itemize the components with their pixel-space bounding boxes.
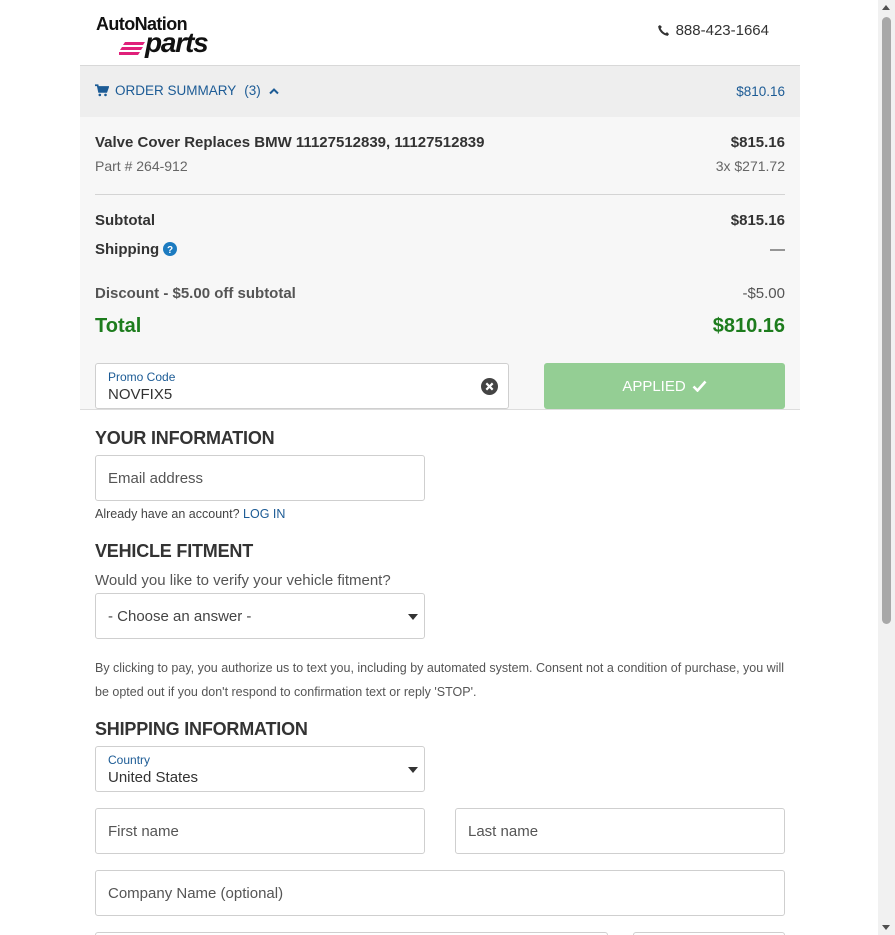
fitment-select[interactable]: - Choose an answer - [95, 593, 425, 639]
promo-applied-button[interactable]: APPLIED [544, 363, 785, 409]
total-row: Total $810.16 [95, 315, 785, 338]
line-item-details: Part # 264-912 3x $271.72 [95, 158, 785, 174]
last-name-placeholder: Last name [468, 823, 539, 840]
phone-link[interactable]: 888-423-1664 [657, 22, 769, 39]
applied-label: APPLIED [622, 377, 686, 395]
discount-value: -$5.00 [742, 285, 785, 302]
order-summary-count: (3) [244, 83, 261, 98]
summary-divider [95, 194, 785, 195]
shipping-label: Shipping [95, 241, 160, 258]
autonation-parts-logo[interactable]: AutoNation parts [95, 14, 215, 60]
svg-text:?: ? [167, 245, 173, 256]
first-name-placeholder: First name [108, 823, 179, 840]
item-part-number: Part # 264-912 [95, 158, 188, 174]
fitment-select-value: - Choose an answer - [108, 608, 252, 625]
account-prompt-line: Already have an account? LOG IN [95, 507, 285, 521]
line-item: Valve Cover Replaces BMW 11127512839, 11… [95, 134, 785, 151]
your-information-heading: YOUR INFORMATION [95, 428, 275, 448]
help-icon[interactable]: ? [163, 242, 178, 256]
order-summary-total: $810.16 [736, 84, 785, 99]
email-placeholder: Email address [108, 470, 204, 487]
discount-row: Discount - $5.00 off subtotal -$5.00 [95, 285, 785, 302]
total-value: $810.16 [712, 315, 785, 337]
chevron-up-icon [269, 87, 279, 94]
shipping-label-wrap: Shipping ? [95, 241, 178, 258]
account-prompt: Already have an account? [95, 507, 240, 521]
shipping-value: — [770, 241, 785, 258]
subtotal-row: Subtotal $815.16 [95, 212, 785, 229]
phone-icon [657, 24, 669, 36]
order-summary-heading: ORDER SUMMARY (3) [95, 83, 279, 98]
fitment-question: Would you like to verify your vehicle fi… [95, 572, 391, 589]
clear-promo-icon[interactable] [481, 378, 498, 395]
promo-code-label: Promo Code [108, 370, 176, 384]
email-field[interactable]: Email address [95, 455, 425, 501]
last-name-field[interactable]: Last name [455, 808, 785, 854]
country-value: United States [108, 769, 199, 786]
item-name: Valve Cover Replaces BMW 11127512839, 11… [95, 134, 485, 151]
item-price: $815.16 [730, 134, 785, 151]
order-summary-label: ORDER SUMMARY [115, 83, 237, 98]
company-name-placeholder: Company Name (optional) [108, 885, 284, 902]
checkmark-icon [692, 380, 707, 392]
discount-label: Discount - $5.00 off subtotal [95, 285, 296, 302]
order-summary-toggle[interactable]: ORDER SUMMARY (3) $810.16 [80, 65, 800, 117]
scroll-down-arrow-icon[interactable] [882, 925, 890, 930]
promo-code-field[interactable]: Promo Code NOVFIX5 [95, 363, 509, 409]
promo-code-value[interactable]: NOVFIX5 [108, 386, 172, 403]
sms-consent-text: By clicking to pay, you authorize us to … [95, 661, 785, 699]
checkout-page: AutoNation parts 888-423-1664 ORDER SUMM… [80, 0, 800, 935]
first-name-field[interactable]: First name [95, 808, 425, 854]
country-label: Country [108, 753, 151, 767]
shipping-information-heading: SHIPPING INFORMATION [95, 719, 308, 739]
scrollbar-thumb[interactable] [882, 17, 891, 624]
chevron-down-icon [408, 614, 418, 620]
header: AutoNation parts 888-423-1664 [80, 0, 800, 65]
item-qty-price: 3x $271.72 [715, 158, 785, 174]
logo-parts-text: parts [145, 27, 209, 58]
subtotal-label: Subtotal [95, 212, 155, 229]
page-scrollbar[interactable] [878, 0, 895, 935]
company-name-field[interactable]: Company Name (optional) [95, 870, 785, 916]
cart-icon [95, 84, 109, 97]
phone-number: 888-423-1664 [675, 22, 769, 39]
vehicle-fitment-heading: VEHICLE FITMENT [95, 541, 253, 561]
chevron-down-icon [408, 767, 418, 773]
total-label: Total [95, 315, 142, 337]
subtotal-value: $815.16 [730, 212, 785, 229]
country-select[interactable]: Country United States [95, 746, 425, 792]
order-summary-panel: Valve Cover Replaces BMW 11127512839, 11… [80, 117, 800, 410]
scroll-up-arrow-icon[interactable] [882, 5, 890, 10]
login-link[interactable]: LOG IN [243, 507, 285, 521]
shipping-row: Shipping ? — [95, 241, 785, 258]
